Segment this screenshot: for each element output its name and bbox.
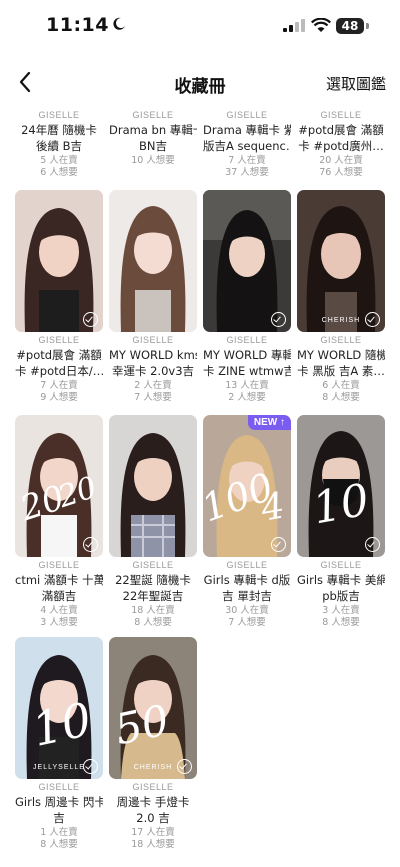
card-photo[interactable] [109,415,197,557]
card-brand: GISELLE [226,110,268,120]
collected-check-icon [83,312,98,327]
card-title-line2: 幸運卡 2.0v3吉 [111,364,195,378]
card-title-line2: 卡 #potd廣州… [298,139,384,153]
card-photo[interactable]: CHERISH [297,190,385,332]
card-photo[interactable] [109,190,197,332]
collected-check-icon [271,537,286,552]
collected-check-icon [83,759,98,774]
card-title-line2: 吉 單封吉 [222,589,272,603]
card-title-line2: 卡 #potd日本/… [15,364,103,378]
collected-check-icon [271,312,286,327]
card-wanted-count: 8 人想要 [322,392,360,403]
card-brand: GISELLE [226,560,268,570]
card-title-line1: ctmi 滿額卡 十萬 [15,573,103,587]
card-selling-count: 6 人在賣 [322,380,360,391]
card-brand: GISELLE [38,782,80,792]
card-wanted-count: 9 人想要 [40,392,78,403]
card-selling-count: 7 人在賣 [228,155,266,166]
card-title-line2: 後續 B吉 [35,139,83,153]
card-title-line2: 2.0 吉 [136,811,170,825]
card-selling-count: 30 人在賣 [225,605,269,616]
card-photo[interactable]: 20 20 [15,415,103,557]
card-title-line2: 卡 ZINE wtmw吉 [203,364,291,378]
card-wanted-count: 8 人想要 [134,617,172,628]
card-brand: GISELLE [132,335,174,345]
card-selling-count: 18 人在賣 [131,605,175,616]
status-bar: 11:14 48 [0,0,400,52]
card-title-line2: BN吉 [139,139,167,153]
card-wanted-count: 76 人想要 [319,167,363,178]
card-title-line1: MY WORLD 專輯 [203,348,291,362]
card-wanted-count: 7 人想要 [228,617,266,628]
card-brand: GISELLE [320,560,362,570]
card-photo[interactable]: 50 CHERISH [109,637,197,779]
collected-check-icon [83,537,98,552]
card-brand: GISELLE [226,335,268,345]
battery-tip [366,23,369,29]
card-wanted-count: 18 人想要 [131,839,175,850]
card-wanted-count: 10 人想要 [131,155,175,166]
card-title-line2: 吉 [53,811,65,825]
card-selling-count: 1 人在賣 [40,827,78,838]
card-photo[interactable]: 10 JELLYSELLE [15,637,103,779]
card-title-line2: pb版吉 [322,589,360,603]
card-title-line1: Girls 專輯卡 d版 [203,573,291,587]
card-brand: GISELLE [320,110,362,120]
card-wanted-count: 8 人想要 [40,839,78,850]
select-catalog-button[interactable]: 選取圖鑑 [326,73,386,94]
status-time: 11:14 [46,14,109,36]
card-wanted-count: 8 人想要 [322,617,360,628]
card-title-line1: MY WORLD kms [109,348,197,362]
card-title-line1: Girls 專輯卡 美網 [297,573,385,587]
card-brand: GISELLE [320,335,362,345]
card-title-line1: Drama bn 專輯卡 [109,123,197,137]
collected-check-icon [365,537,380,552]
card-selling-count: 20 人在賣 [319,155,363,166]
card-brand: GISELLE [132,110,174,120]
card-brand: GISELLE [132,560,174,570]
card-wanted-count: 2 人想要 [228,392,266,403]
card-selling-count: 4 人在賣 [40,605,78,616]
collected-check-icon [177,759,192,774]
moon-icon [113,17,125,30]
collected-check-icon [365,312,380,327]
card-selling-count: 17 人在賣 [131,827,175,838]
wifi-icon [311,18,331,32]
card-selling-count: 2 人在賣 [134,380,172,391]
card-photo[interactable]: 100 4 NEW ↑ [203,415,291,557]
card-photo[interactable] [203,190,291,332]
nav-bar: 收藏冊 選取圖鑑 [0,60,400,104]
card-title-line1: 22聖誕 隨機卡 [115,573,191,587]
card-title-line1: #potd展會 滿額 [16,348,102,362]
card-wanted-count: 3 人想要 [40,617,78,628]
card-title-line2: 滿額吉 [41,589,77,603]
card-title-line2: 22年聖誕吉 [122,589,184,603]
card-selling-count: 7 人在賣 [40,380,78,391]
card-selling-count: 13 人在賣 [225,380,269,391]
card-wanted-count: 7 人想要 [134,392,172,403]
card-brand: GISELLE [38,335,80,345]
card-title-line2: 版吉A sequenc… [203,139,291,153]
card-title-line1: 24年曆 隨機卡 [21,123,97,137]
card-selling-count: 3 人在賣 [322,605,360,616]
card-wanted-count: 37 人想要 [225,167,269,178]
battery-indicator: 48 [336,18,364,34]
card-wanted-count: 6 人想要 [40,167,78,178]
handwritten-number: 10 [309,475,373,535]
card-title-line2: 卡 黑版 吉A 素… [297,364,385,378]
card-brand: GISELLE [132,782,174,792]
card-title-line1: Drama 專輯卡 紫 [203,123,291,137]
card-brand: GISELLE [38,560,80,570]
signal-icon [283,19,305,32]
card-title-line1: 周邊卡 手燈卡 [116,795,190,809]
card-title-line1: Girls 周邊卡 閃卡 [15,795,103,809]
card-photo[interactable] [15,190,103,332]
card-selling-count: 5 人在賣 [40,155,78,166]
card-photo[interactable]: 10 [297,415,385,557]
card-brand: GISELLE [38,110,80,120]
card-title-line1: #potd展會 滿額 [298,123,384,137]
new-badge: NEW ↑ [247,415,291,430]
card-title-line1: MY WORLD 隨機 [297,348,385,362]
